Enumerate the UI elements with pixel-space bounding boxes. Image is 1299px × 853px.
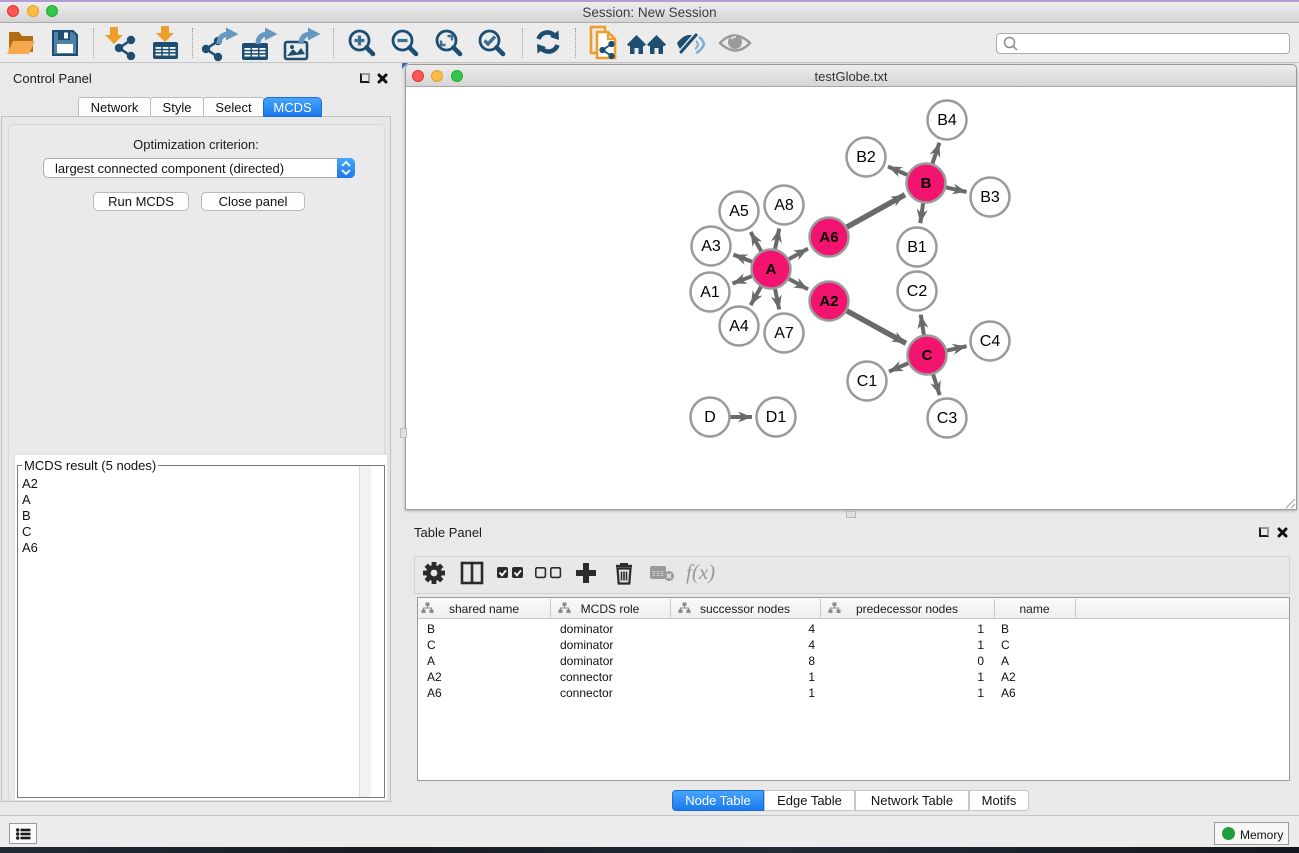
svg-text:A1: A1 <box>700 284 720 301</box>
svg-text:B2: B2 <box>856 149 876 166</box>
svg-text:A: A <box>766 261 777 278</box>
svg-text:B3: B3 <box>980 189 1000 206</box>
svg-text:C2: C2 <box>907 283 928 300</box>
svg-text:A3: A3 <box>701 238 721 255</box>
svg-text:A4: A4 <box>729 318 749 335</box>
svg-text:D: D <box>704 409 716 426</box>
svg-text:C1: C1 <box>857 373 878 390</box>
svg-text:A5: A5 <box>729 203 749 220</box>
svg-text:B4: B4 <box>937 112 957 129</box>
svg-text:B: B <box>921 175 932 192</box>
svg-text:A6: A6 <box>819 229 838 246</box>
svg-text:D1: D1 <box>766 409 787 426</box>
svg-text:A2: A2 <box>819 293 838 310</box>
svg-text:B1: B1 <box>907 239 927 256</box>
svg-text:C: C <box>922 347 933 364</box>
svg-text:C4: C4 <box>980 333 1001 350</box>
svg-text:C3: C3 <box>937 410 958 427</box>
svg-text:A7: A7 <box>774 325 794 342</box>
svg-text:A8: A8 <box>774 197 794 214</box>
